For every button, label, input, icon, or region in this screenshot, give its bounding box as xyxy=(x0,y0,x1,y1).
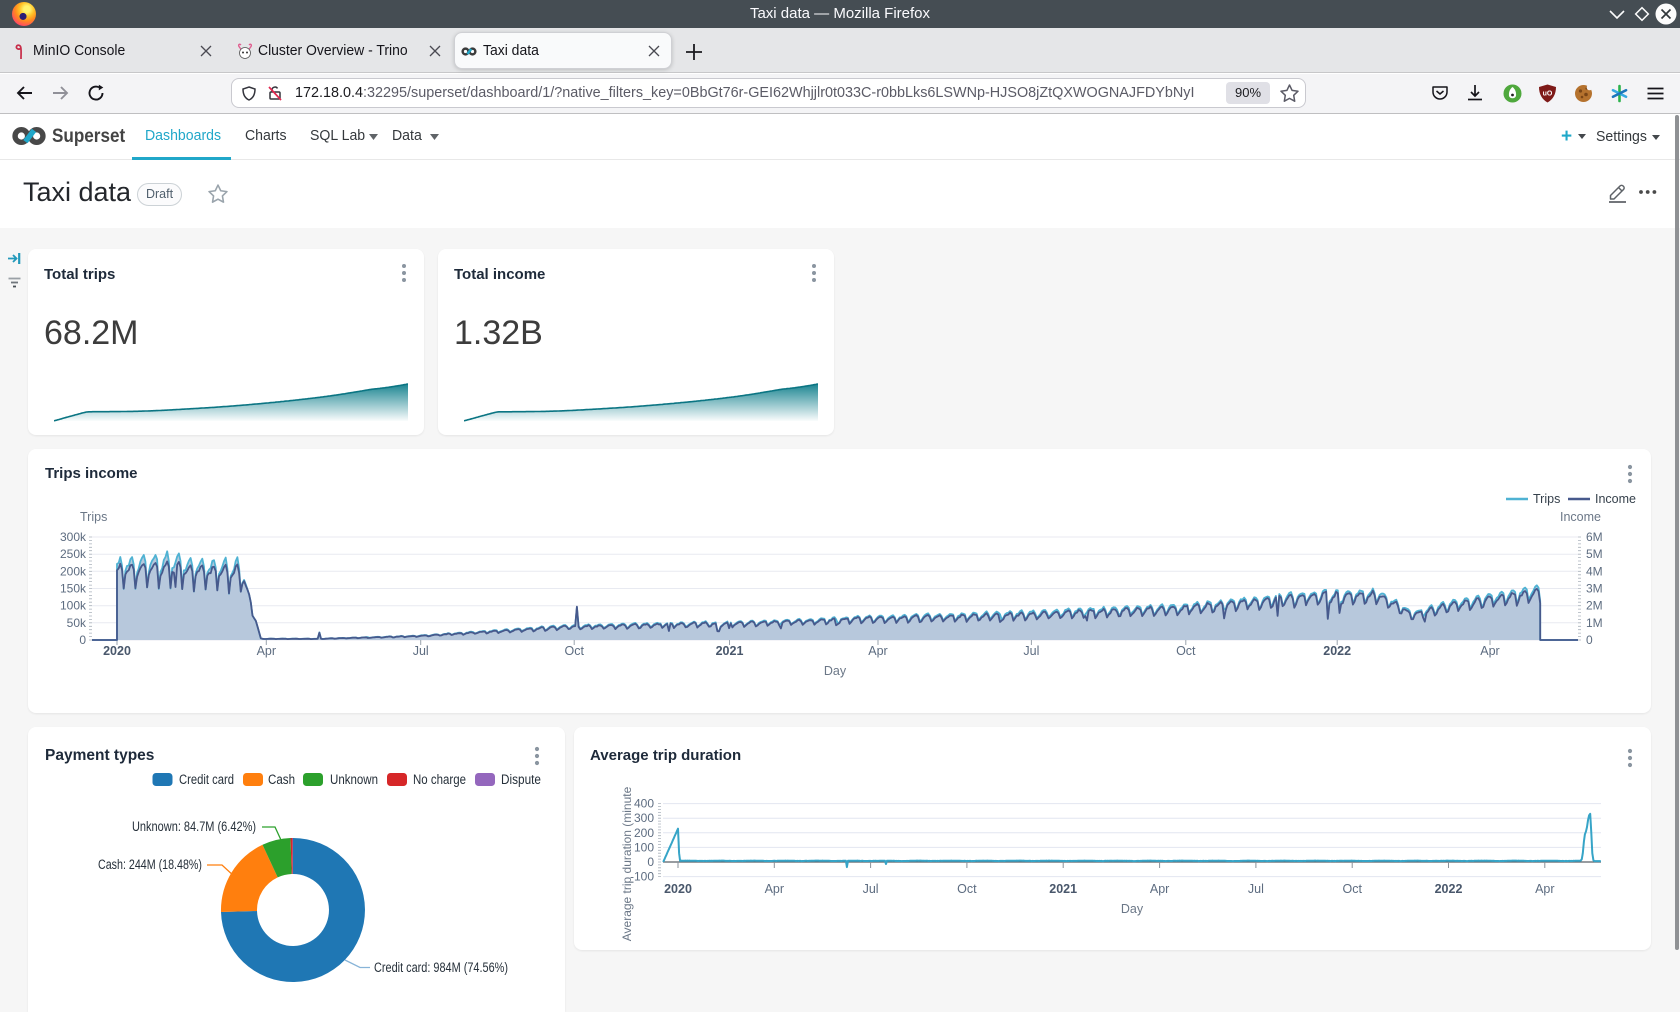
svg-text:0: 0 xyxy=(1586,633,1593,647)
svg-text:2022: 2022 xyxy=(1435,882,1463,896)
svg-text:Dispute: Dispute xyxy=(501,772,541,787)
svg-text:0: 0 xyxy=(79,633,86,647)
svg-text:Income: Income xyxy=(1560,510,1601,524)
svg-text:Apr: Apr xyxy=(868,644,887,658)
svg-text:Oct: Oct xyxy=(564,644,584,658)
svg-text:1M: 1M xyxy=(1586,616,1603,630)
svg-text:2021: 2021 xyxy=(716,644,744,658)
svg-text:Jul: Jul xyxy=(863,882,879,896)
svg-text:2020: 2020 xyxy=(103,644,131,658)
svg-text:Unknown: 84.7M (6.42%): Unknown: 84.7M (6.42%) xyxy=(132,819,256,834)
svg-text:Apr: Apr xyxy=(765,882,784,896)
svg-text:0: 0 xyxy=(647,855,654,869)
svg-text:6M: 6M xyxy=(1586,530,1603,544)
svg-text:Average trip duration: Average trip duration xyxy=(590,747,741,764)
svg-text:4M: 4M xyxy=(1586,564,1603,578)
svg-text:300k: 300k xyxy=(60,530,87,544)
svg-text:Apr: Apr xyxy=(1535,882,1554,896)
svg-text:Jul: Jul xyxy=(413,644,429,658)
svg-text:2021: 2021 xyxy=(1049,882,1077,896)
svg-text:Average trip duration (minute: Average trip duration (minute xyxy=(620,786,634,941)
svg-text:Trips income: Trips income xyxy=(45,465,138,482)
svg-text:2M: 2M xyxy=(1586,599,1603,613)
svg-text:400: 400 xyxy=(634,797,654,811)
svg-text:-100: -100 xyxy=(630,870,654,884)
svg-text:Oct: Oct xyxy=(1342,882,1362,896)
svg-text:Jul: Jul xyxy=(1248,882,1264,896)
svg-text:2022: 2022 xyxy=(1323,644,1351,658)
svg-text:200k: 200k xyxy=(60,564,87,578)
svg-text:Jul: Jul xyxy=(1023,644,1039,658)
svg-text:100: 100 xyxy=(634,840,654,854)
svg-text:200: 200 xyxy=(634,826,654,840)
svg-text:250k: 250k xyxy=(60,547,87,561)
svg-text:50k: 50k xyxy=(67,616,87,630)
svg-text:Oct: Oct xyxy=(1176,644,1196,658)
svg-text:Trips: Trips xyxy=(80,510,107,524)
svg-text:Credit card: Credit card xyxy=(179,772,234,787)
svg-text:Day: Day xyxy=(1121,902,1144,916)
svg-text:Cash: 244M (18.48%): Cash: 244M (18.48%) xyxy=(98,857,202,872)
svg-text:uO: uO xyxy=(1543,91,1553,98)
svg-text:150k: 150k xyxy=(60,582,87,596)
svg-text:Apr: Apr xyxy=(1150,882,1169,896)
svg-text:300: 300 xyxy=(634,811,654,825)
svg-text:3M: 3M xyxy=(1586,582,1603,596)
svg-text:Credit card: 984M (74.56%): Credit card: 984M (74.56%) xyxy=(374,960,508,975)
svg-text:Unknown: Unknown xyxy=(330,772,378,787)
svg-text:Oct: Oct xyxy=(957,882,977,896)
svg-text:100k: 100k xyxy=(60,599,87,613)
svg-text:Income: Income xyxy=(1595,492,1636,506)
svg-text:Payment types: Payment types xyxy=(45,747,154,764)
svg-text:2020: 2020 xyxy=(664,882,692,896)
svg-text:Apr: Apr xyxy=(1480,644,1499,658)
svg-text:Apr: Apr xyxy=(257,644,276,658)
svg-text:5M: 5M xyxy=(1586,547,1603,561)
svg-text:No charge: No charge xyxy=(413,772,466,787)
svg-text:Day: Day xyxy=(824,664,847,678)
svg-text:Trips: Trips xyxy=(1533,492,1560,506)
svg-text:Cash: Cash xyxy=(268,772,295,787)
